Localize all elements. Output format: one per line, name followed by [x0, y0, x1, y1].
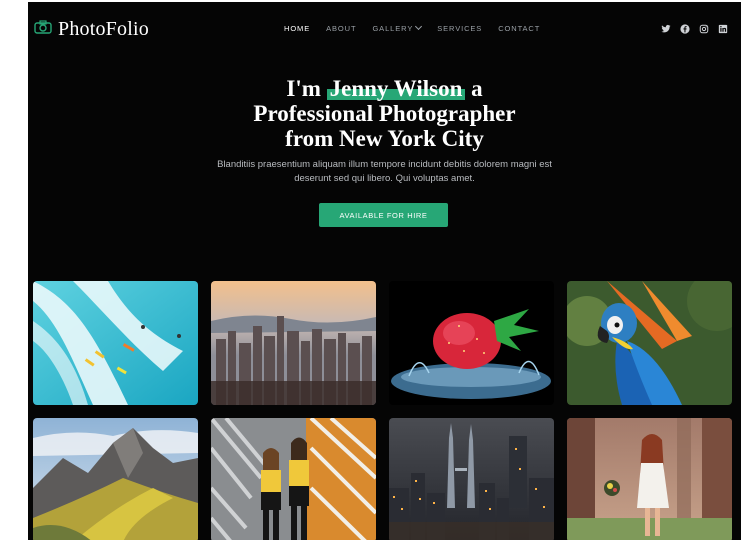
- logo-text: PhotoFolio: [58, 18, 149, 40]
- mountain-photo[interactable]: [33, 418, 198, 540]
- logo[interactable]: PhotoFolio: [34, 18, 149, 41]
- highlighted-name: Jenny Wilson: [326, 76, 466, 101]
- nav-home[interactable]: HOME: [284, 24, 310, 33]
- main-nav: HOME ABOUT GALLERY SERVICES CONTACT: [284, 22, 556, 33]
- nav-gallery-label: GALLERY: [372, 24, 414, 33]
- linkedin-icon[interactable]: [717, 23, 729, 35]
- hero-name: Jenny Wilson: [329, 76, 463, 101]
- hero-title-line3: from New York City: [285, 126, 484, 151]
- camera-icon: [34, 20, 52, 39]
- hero-title: I'm Jenny Wilson a Professional Photogra…: [28, 76, 741, 151]
- photo-gallery: [33, 281, 732, 540]
- city-skyline-photo[interactable]: [211, 281, 376, 405]
- parrot-photo[interactable]: [567, 281, 732, 405]
- hero-title-suffix: a: [471, 76, 483, 101]
- woman-forest-photo[interactable]: [567, 418, 732, 540]
- fashion-models-photo[interactable]: [211, 418, 376, 540]
- available-for-hire-button[interactable]: AVAILABLE FOR HIRE: [319, 203, 448, 227]
- hero-title-prefix: I'm: [286, 76, 321, 101]
- strawberry-splash-photo[interactable]: [389, 281, 554, 405]
- twitter-icon[interactable]: [660, 23, 672, 35]
- instagram-icon[interactable]: [698, 23, 710, 35]
- hero-title-line2: Professional Photographer: [253, 101, 516, 126]
- site-page: PhotoFolio HOME ABOUT GALLERY SERVICES C…: [28, 2, 741, 540]
- facebook-icon[interactable]: [679, 23, 691, 35]
- nav-contact[interactable]: CONTACT: [498, 24, 540, 33]
- nav-services[interactable]: SERVICES: [437, 24, 482, 33]
- hero-subtitle: Blanditiis praesentium aliquam illum tem…: [217, 159, 552, 184]
- nav-about[interactable]: ABOUT: [326, 24, 356, 33]
- social-links: [660, 23, 729, 35]
- surfers-photo[interactable]: [33, 281, 198, 405]
- nav-gallery[interactable]: GALLERY: [372, 22, 423, 33]
- night-city-photo[interactable]: [389, 418, 554, 540]
- chevron-down-icon: [415, 22, 423, 31]
